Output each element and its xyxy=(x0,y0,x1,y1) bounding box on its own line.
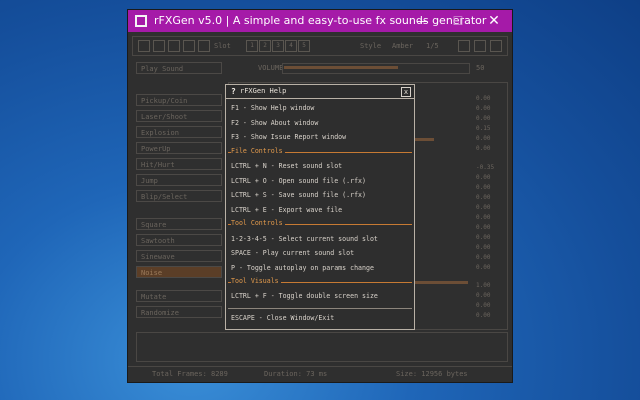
play-icon[interactable] xyxy=(198,40,210,52)
param-value: 0.00 xyxy=(476,184,491,191)
status-frames: Total Frames: 8289 xyxy=(152,370,228,378)
help-line: LCTRL + N - Reset sound slot xyxy=(231,162,343,170)
help-icon: ? xyxy=(231,87,236,96)
play-sound-button[interactable]: Play Sound xyxy=(136,62,222,74)
param-value: 0.00 xyxy=(476,234,491,241)
help-line: F1 - Show Help window xyxy=(231,104,315,112)
wave-sine-button[interactable]: Sinewave xyxy=(136,250,222,262)
param-value: 1.00 xyxy=(476,282,491,289)
close-window-button[interactable]: ✕ xyxy=(476,10,512,32)
param-value: 0.00 xyxy=(476,292,491,299)
info-icon[interactable] xyxy=(474,40,486,52)
param-value: 0.00 xyxy=(476,145,491,152)
help-dialog-title: rFXGen Help xyxy=(240,87,287,95)
open-icon[interactable] xyxy=(153,40,165,52)
scale-toggle[interactable]: 1/5 xyxy=(426,42,439,50)
gen-blip-button[interactable]: Blip/Select xyxy=(136,190,222,202)
style-select[interactable]: Amber xyxy=(392,42,413,50)
mutate-button[interactable]: Mutate xyxy=(136,290,222,302)
param-value: 0.00 xyxy=(476,264,491,271)
wave-display xyxy=(136,332,508,362)
help-dialog-header[interactable]: ? rFXGen Help x xyxy=(226,85,414,99)
wave-square-button[interactable]: Square xyxy=(136,218,222,230)
slot-3[interactable]: 3 xyxy=(272,40,284,52)
section-file-controls: File Controls xyxy=(231,147,285,155)
wave-sawtooth-button[interactable]: Sawtooth xyxy=(136,234,222,246)
volume-value: 50 xyxy=(476,64,485,72)
param-value: -0.35 xyxy=(476,164,495,171)
save-icon[interactable] xyxy=(168,40,180,52)
help-line: LCTRL + E - Export wave file xyxy=(231,206,343,214)
help-line-escape: ESCAPE - Close Window/Exit xyxy=(231,314,335,322)
status-duration: Duration: 73 ms xyxy=(264,370,328,378)
param-bar xyxy=(414,138,434,141)
export-icon[interactable] xyxy=(183,40,195,52)
param-value: 0.00 xyxy=(476,244,491,251)
slot-5[interactable]: 5 xyxy=(298,40,310,52)
randomize-button[interactable]: Randomize xyxy=(136,306,222,318)
slot-2[interactable]: 2 xyxy=(259,40,271,52)
title-bar[interactable]: rFXGen v5.0 | A simple and easy-to-use f… xyxy=(128,10,512,32)
param-value: 0.00 xyxy=(476,174,491,181)
help-line: LCTRL + F - Toggle double screen size xyxy=(231,292,378,300)
help-line: SPACE - Play current sound slot xyxy=(231,249,355,257)
volume-fill xyxy=(284,66,398,69)
gen-explosion-button[interactable]: Explosion xyxy=(136,126,222,138)
param-value: 0.00 xyxy=(476,302,491,309)
help-line: 1-2-3-4-5 - Select current sound slot xyxy=(231,235,378,243)
slot-1[interactable]: 1 xyxy=(246,40,258,52)
section-tool-visuals: Tool Visuals xyxy=(231,277,281,285)
maximize-button[interactable]: ☐ xyxy=(440,10,476,32)
help-divider xyxy=(228,308,412,309)
gen-jump-button[interactable]: Jump xyxy=(136,174,222,186)
gen-hit-button[interactable]: Hit/Hurt xyxy=(136,158,222,170)
volume-label: VOLUME xyxy=(258,64,284,72)
bug-icon[interactable] xyxy=(490,40,502,52)
param-bar xyxy=(414,281,468,284)
slot-label: Slot xyxy=(214,42,231,50)
app-icon xyxy=(135,15,147,27)
help-dialog: ? rFXGen Help x F1 - Show Help window F2… xyxy=(225,84,415,330)
help-icon[interactable] xyxy=(458,40,470,52)
help-line: LCTRL + O - Open sound file (.rfx) xyxy=(231,177,366,185)
param-value: 0.00 xyxy=(476,224,491,231)
gen-laser-button[interactable]: Laser/Shoot xyxy=(136,110,222,122)
param-value: 0.00 xyxy=(476,194,491,201)
param-value: 0.00 xyxy=(476,214,491,221)
minimize-button[interactable]: — xyxy=(404,10,440,32)
param-value: 0.00 xyxy=(476,204,491,211)
status-size: Size: 12956 bytes xyxy=(396,370,468,378)
new-icon[interactable] xyxy=(138,40,150,52)
param-value: 0.00 xyxy=(476,135,491,142)
help-line: F3 - Show Issue Report window xyxy=(231,133,347,141)
help-line: P - Toggle autoplay on params change xyxy=(231,264,374,272)
param-value: 0.00 xyxy=(476,105,491,112)
help-line: LCTRL + S - Save sound file (.rfx) xyxy=(231,191,366,199)
help-close-button[interactable]: x xyxy=(401,87,411,97)
slot-4[interactable]: 4 xyxy=(285,40,297,52)
param-value: 0.15 xyxy=(476,125,491,132)
gen-pickup-button[interactable]: Pickup/Coin xyxy=(136,94,222,106)
param-value: 0.00 xyxy=(476,115,491,122)
help-line: F2 - Show About window xyxy=(231,119,319,127)
style-label: Style xyxy=(360,42,382,50)
param-value: 0.00 xyxy=(476,254,491,261)
wave-noise-button[interactable]: Noise xyxy=(136,266,222,278)
param-value: 0.00 xyxy=(476,95,491,102)
param-value: 0.00 xyxy=(476,312,491,319)
gen-powerup-button[interactable]: PowerUp xyxy=(136,142,222,154)
section-tool-controls: Tool Controls xyxy=(231,219,285,227)
